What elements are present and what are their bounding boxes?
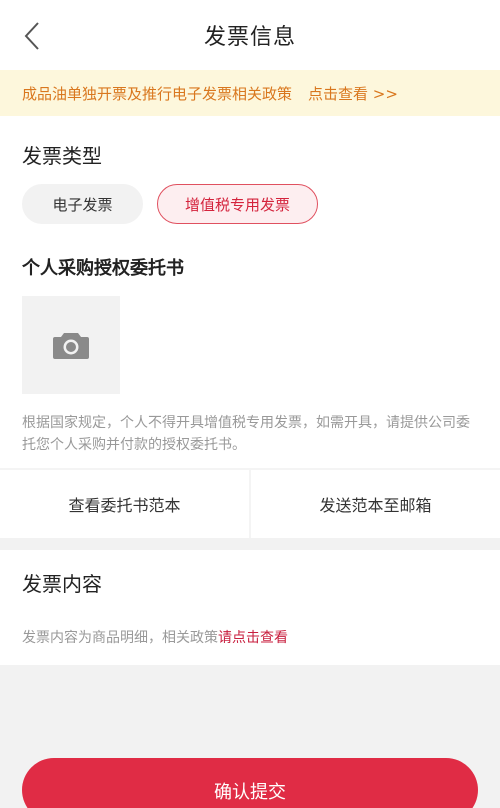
chevron-left-icon [24,22,39,50]
view-sample-button[interactable]: 查看委托书范本 [0,470,249,538]
invoice-policy-link[interactable]: 请点击查看 [218,630,288,646]
invoice-content-card: 发票内容 发票内容为商品明细，相关政策请点击查看 [0,550,500,665]
policy-notice-banner[interactable]: 成品油单独开票及推行电子发票相关政策 点击查看 >> [0,70,500,116]
invoice-type-electronic-chip[interactable]: 电子发票 [22,184,143,224]
invoice-type-title: 发票类型 [22,144,102,168]
invoice-type-vat-special-chip[interactable]: 增值税专用发票 [157,184,318,224]
invoice-content-description: 发票内容为商品明细，相关政策请点击查看 [22,627,288,647]
notice-view-link[interactable]: 点击查看 >> [308,83,398,104]
invoice-content-text: 发票内容为商品明细，相关政策 [22,630,218,646]
back-button[interactable] [14,18,50,54]
camera-icon [53,333,89,359]
invoice-type-card: 发票类型 电子发票 增值税专用发票 个人采购授权委托书 根据国家规定，个人不得开… [0,116,500,538]
invoice-type-options: 电子发票 增值税专用发票 [22,184,318,224]
notice-text: 成品油单独开票及推行电子发票相关政策 [22,84,293,103]
authorization-title: 个人采购授权委托书 [22,258,184,279]
page-title: 发票信息 [203,25,296,50]
email-sample-button[interactable]: 发送范本至邮箱 [251,470,500,538]
authorization-description: 根据国家规定，个人不得开具增值税专用发票，如需开具，请提供公司委托您个人采购并付… [22,415,470,453]
invoice-content-title: 发票内容 [22,572,102,596]
submit-button[interactable]: 确认提交 [22,758,478,808]
sample-actions-row: 查看委托书范本 发送范本至邮箱 [0,468,500,538]
authorization-photo-upload[interactable] [22,296,120,394]
page-header: 发票信息 [0,0,500,70]
